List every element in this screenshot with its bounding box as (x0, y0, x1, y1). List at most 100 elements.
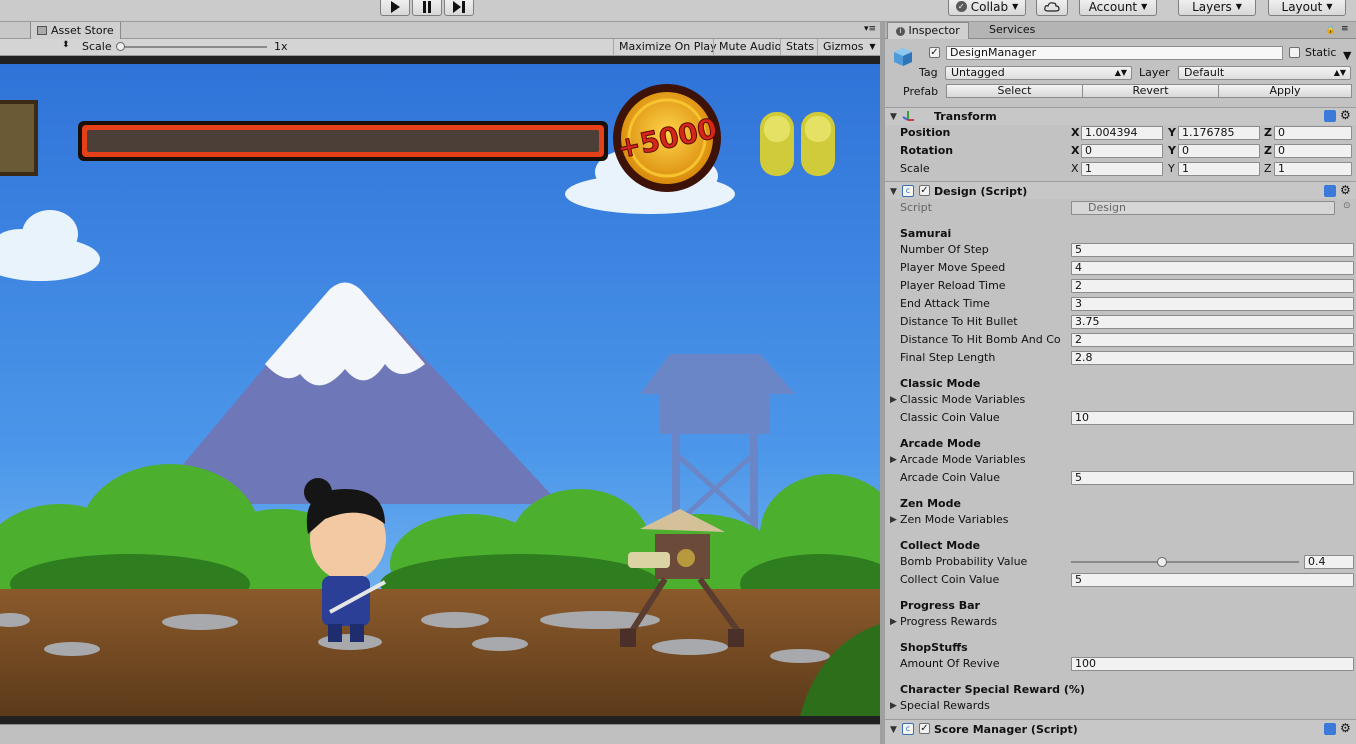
scale-slider-track[interactable] (117, 46, 267, 48)
object-picker-icon[interactable]: ⊙ (1343, 201, 1351, 211)
display-dropdown-icon[interactable]: ⬍ (62, 40, 70, 50)
foldout-collapsed-icon[interactable]: ▶ (890, 515, 897, 525)
gear-icon[interactable]: ⚙ (1340, 721, 1351, 735)
scale-value: 1x (274, 40, 288, 53)
pause-button[interactable] (412, 0, 442, 16)
classic-mode-variables-foldout[interactable]: Classic Mode Variables (900, 393, 1025, 406)
lock-icon[interactable]: 🔒 (1325, 25, 1336, 35)
chevron-down-icon: ▼ (869, 42, 876, 51)
inspector-panel: i Inspector Services 🔒 ≡ ✓ DesignManager… (885, 22, 1356, 744)
arcade-coin-field[interactable]: 5 (1071, 471, 1354, 485)
cloud-button[interactable] (1036, 0, 1068, 16)
number-of-step-field[interactable]: 5 (1071, 243, 1354, 257)
prefab-apply-button[interactable]: Apply (1218, 84, 1352, 98)
chevron-down-icon[interactable]: ▼ (1343, 49, 1351, 62)
tab-asset-store-label: Asset Store (51, 24, 114, 37)
position-z-field[interactable]: 0 (1274, 126, 1352, 140)
arcade-mode-variables-foldout[interactable]: Arcade Mode Variables (900, 453, 1026, 466)
player-move-speed-field[interactable]: 4 (1071, 261, 1354, 275)
step-button[interactable] (444, 0, 474, 16)
tab-asset-store[interactable]: Asset Store (30, 22, 121, 39)
end-attack-time-field[interactable]: 3 (1071, 297, 1354, 311)
pause-icon (423, 0, 431, 13)
tag-label: Tag (919, 66, 938, 79)
help-book-icon[interactable] (1324, 185, 1336, 197)
foldout-expanded-icon[interactable]: ▼ (890, 112, 897, 122)
bomb-probability-slider-thumb[interactable] (1157, 557, 1168, 567)
scale-z-field[interactable]: 1 (1274, 162, 1352, 176)
collab-button[interactable]: ✓ Collab ▼ (948, 0, 1026, 16)
design-script-title: Design (Script) (934, 185, 1028, 198)
panel-menu-icon[interactable]: ▾≡ (864, 24, 876, 34)
static-checkbox[interactable] (1289, 47, 1300, 58)
rotation-y-label: Y (1168, 144, 1176, 157)
rotation-y-field[interactable]: 0 (1178, 144, 1260, 158)
transform-title: Transform (934, 110, 997, 123)
tab-inspector[interactable]: i Inspector (887, 22, 969, 39)
distance-to-hit-bomb-field[interactable]: 2 (1071, 333, 1354, 347)
foldout-collapsed-icon[interactable]: ▶ (890, 455, 897, 465)
mute-audio-toggle[interactable]: Mute Audio (713, 39, 786, 55)
distance-to-hit-bullet-field[interactable]: 3.75 (1071, 315, 1354, 329)
layer-dropdown[interactable]: Default ▲▼ (1178, 66, 1351, 80)
special-rewards-foldout[interactable]: Special Rewards (900, 699, 990, 712)
progress-rewards-foldout[interactable]: Progress Rewards (900, 615, 997, 628)
amount-of-revive-field[interactable]: 100 (1071, 657, 1354, 671)
layout-dropdown[interactable]: Layout ▼ (1268, 0, 1346, 16)
panel-menu-icon[interactable]: ≡ (1341, 24, 1349, 34)
scale-label: Scale (82, 40, 112, 53)
rotation-z-field[interactable]: 0 (1274, 144, 1352, 158)
foldout-collapsed-icon[interactable]: ▶ (890, 617, 897, 627)
static-label: Static (1305, 46, 1337, 59)
play-button[interactable] (380, 0, 410, 16)
inspector-tabs: i Inspector Services 🔒 ≡ (885, 22, 1356, 39)
zen-mode-variables-foldout[interactable]: Zen Mode Variables (900, 513, 1009, 526)
classic-coin-field[interactable]: 10 (1071, 411, 1354, 425)
final-step-length-field[interactable]: 2.8 (1071, 351, 1354, 365)
gear-icon[interactable]: ⚙ (1340, 108, 1351, 122)
help-book-icon[interactable] (1324, 110, 1336, 122)
scale-x-field[interactable]: 1 (1081, 162, 1163, 176)
position-y-field[interactable]: 1.176785 (1178, 126, 1260, 140)
scale-y-field[interactable]: 1 (1178, 162, 1260, 176)
rotation-x-field[interactable]: 0 (1081, 144, 1163, 158)
tab-services[interactable]: Services (981, 22, 1043, 39)
rotation-z-label: Z (1264, 144, 1272, 157)
account-dropdown[interactable]: Account ▼ (1079, 0, 1157, 16)
game-view[interactable]: +5000 (0, 56, 880, 724)
maximize-on-play-toggle[interactable]: Maximize On Play (613, 39, 722, 55)
score-manager-enabled-checkbox[interactable]: ✓ (919, 723, 930, 734)
bomb-probability-slider-track[interactable] (1071, 561, 1299, 563)
collect-coin-label: Collect Coin Value (900, 573, 1000, 586)
help-book-icon[interactable] (1324, 723, 1336, 735)
prefab-revert-button[interactable]: Revert (1082, 84, 1219, 98)
chevron-down-icon: ▼ (1235, 2, 1242, 11)
gear-icon[interactable]: ⚙ (1340, 183, 1351, 197)
position-x-field[interactable]: 1.004394 (1081, 126, 1163, 140)
design-enabled-checkbox[interactable]: ✓ (919, 185, 930, 196)
gizmos-dropdown[interactable]: Gizmos ▼ (817, 39, 878, 55)
foldout-expanded-icon[interactable]: ▼ (890, 725, 897, 735)
script-reference-value: Design (1088, 201, 1126, 214)
stats-toggle[interactable]: Stats (780, 39, 819, 55)
active-checkbox[interactable]: ✓ (929, 47, 940, 58)
collect-mode-header: Collect Mode (900, 539, 981, 552)
field-label: Number Of Step (900, 243, 989, 256)
gizmos-label: Gizmos (823, 40, 864, 53)
scale-z-label: Z (1264, 162, 1272, 175)
csharp-script-icon: c (902, 723, 914, 735)
scale-slider-thumb[interactable] (116, 42, 125, 51)
foldout-collapsed-icon[interactable]: ▶ (890, 701, 897, 711)
object-name-field[interactable]: DesignManager (946, 46, 1283, 60)
prefab-select-button[interactable]: Select (946, 84, 1083, 98)
bomb-probability-field[interactable]: 0.4 (1304, 555, 1354, 569)
layers-dropdown[interactable]: Layers ▼ (1178, 0, 1256, 16)
foldout-collapsed-icon[interactable]: ▶ (890, 395, 897, 405)
collect-coin-field[interactable]: 5 (1071, 573, 1354, 587)
tag-dropdown[interactable]: Untagged ▲▼ (945, 66, 1132, 80)
foldout-expanded-icon[interactable]: ▼ (890, 187, 897, 197)
shopstuffs-header: ShopStuffs (900, 641, 968, 654)
player-reload-time-field[interactable]: 2 (1071, 279, 1354, 293)
arcade-coin-label: Arcade Coin Value (900, 471, 1000, 484)
csharp-script-icon: c (902, 185, 914, 197)
